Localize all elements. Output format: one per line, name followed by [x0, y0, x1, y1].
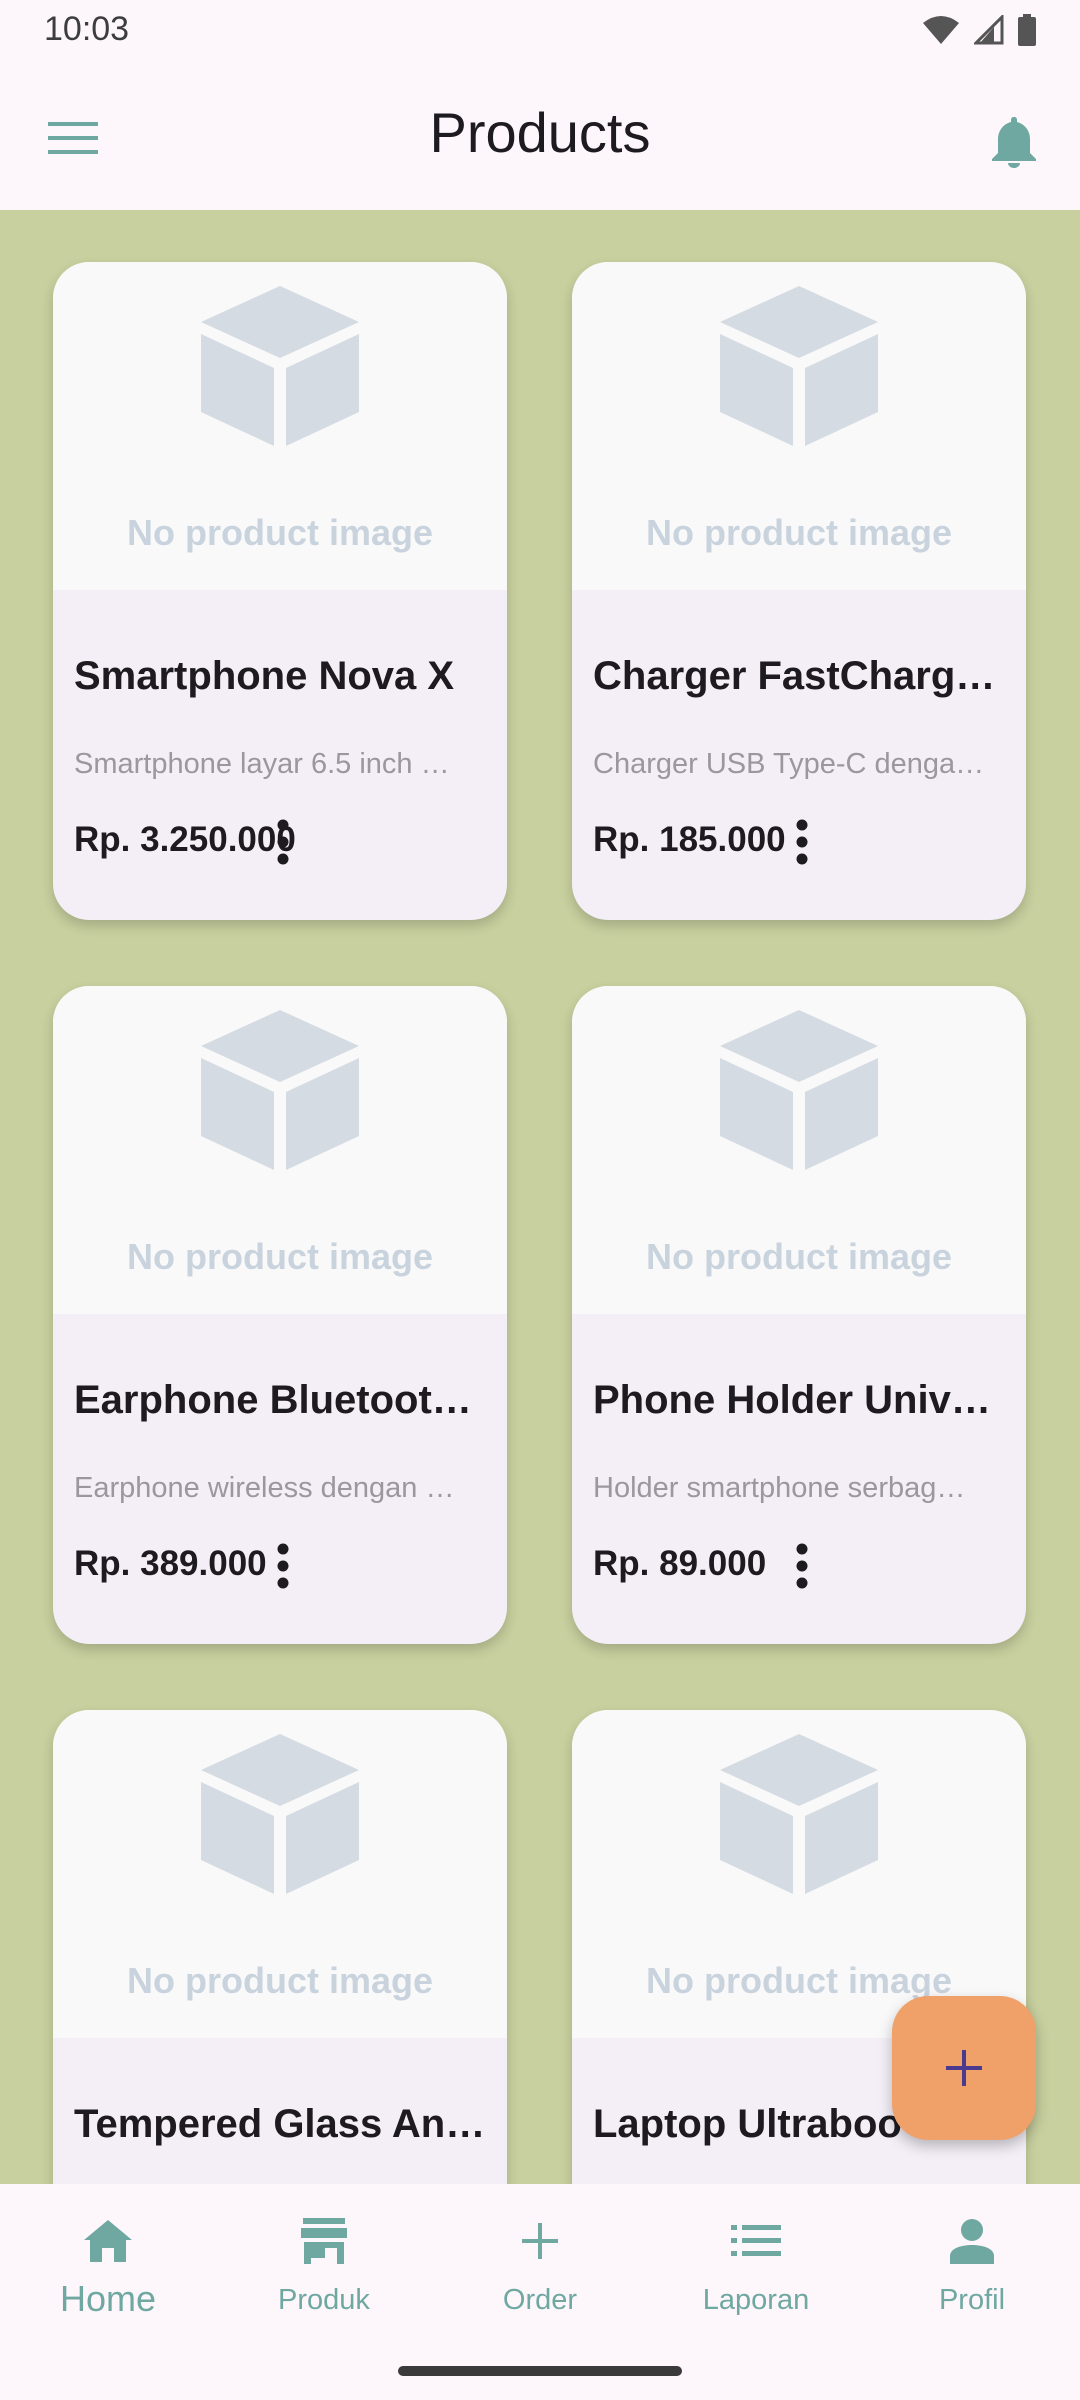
status-icons	[922, 14, 1036, 46]
no-image-label: No product image	[645, 512, 953, 553]
more-options-button[interactable]	[770, 1534, 834, 1598]
product-card[interactable]: No product image Tempered Glass An…	[53, 1710, 507, 2184]
nav-label-laporan: Laporan	[702, 2284, 810, 2316]
product-description: Earphone wireless dengan …	[74, 1472, 455, 1504]
product-card[interactable]: No product image Earphone Bluetoot… Earp…	[53, 986, 507, 1644]
signal-icon	[974, 15, 1004, 45]
no-image-label: No product image	[645, 1236, 953, 1277]
box-icon	[201, 286, 359, 446]
product-name: Smartphone Nova X	[74, 654, 455, 698]
product-description: Charger USB Type-C denga…	[593, 748, 985, 780]
no-image-label: No product image	[126, 1960, 434, 2001]
person-icon	[950, 2219, 994, 2264]
product-card[interactable]: No product image Phone Holder Univ… Hold…	[572, 986, 1026, 1644]
box-icon	[201, 1010, 359, 1170]
store-icon	[301, 2218, 347, 2264]
product-grid[interactable]: No product image Smartphone Nova X Smart…	[0, 210, 1080, 2184]
battery-icon	[1018, 14, 1036, 46]
app-bar: Products	[0, 62, 1080, 210]
more-options-button[interactable]	[770, 810, 834, 874]
nav-item-order[interactable]: Order	[432, 2210, 648, 2330]
product-name: Tempered Glass An…	[74, 2102, 486, 2146]
nav-label-produk: Produk	[278, 2284, 370, 2316]
product-image-placeholder: No product image	[53, 262, 507, 590]
more-options-button[interactable]	[251, 810, 315, 874]
nav-label-home: Home	[59, 2278, 157, 2319]
plus-icon	[946, 2050, 982, 2086]
nav-item-profil[interactable]: Profil	[864, 2210, 1080, 2330]
product-image-placeholder: No product image	[53, 986, 507, 1314]
notifications-button[interactable]	[976, 104, 1052, 180]
product-image-placeholder: No product image	[572, 262, 1026, 590]
product-image-placeholder: No product image	[572, 986, 1026, 1314]
product-description: Smartphone layar 6.5 inch …	[74, 748, 450, 780]
no-image-label: No product image	[126, 1236, 434, 1277]
box-icon	[720, 1734, 878, 1894]
box-icon	[720, 1010, 878, 1170]
nav-item-laporan[interactable]: Laporan	[648, 2210, 864, 2330]
more-vert-icon	[796, 819, 808, 865]
home-icon	[84, 2220, 132, 2262]
product-image-placeholder: No product image	[53, 1710, 507, 2038]
product-price: Rp. 389.000	[74, 1544, 267, 1583]
product-name: Earphone Bluetoot…	[74, 1378, 472, 1422]
product-name: Charger FastCharg…	[593, 654, 996, 698]
nav-label-profil: Profil	[938, 2284, 1006, 2316]
home-indicator	[398, 2366, 682, 2376]
add-product-fab[interactable]	[892, 1996, 1036, 2140]
product-name: Phone Holder Univ…	[593, 1378, 991, 1422]
wifi-icon	[923, 16, 959, 44]
more-vert-icon	[277, 819, 289, 865]
product-price: Rp. 185.000	[593, 820, 786, 859]
bell-icon	[992, 117, 1036, 168]
product-description: Holder smartphone serbag…	[593, 1472, 966, 1504]
no-image-label: No product image	[126, 512, 434, 553]
more-options-button[interactable]	[251, 1534, 315, 1598]
nav-label-order: Order	[502, 2284, 578, 2316]
status-bar: 10:03	[0, 0, 1080, 62]
page-title: Products	[429, 101, 651, 164]
list-icon	[731, 2225, 781, 2256]
product-price: Rp. 89.000	[593, 1544, 767, 1583]
more-vert-icon	[277, 1543, 289, 1589]
more-vert-icon	[796, 1543, 808, 1589]
plus-icon	[522, 2223, 558, 2259]
status-time: 10:03	[44, 10, 130, 48]
nav-item-produk[interactable]: Produk	[216, 2210, 432, 2330]
product-card[interactable]: No product image Charger FastCharg… Char…	[572, 262, 1026, 920]
box-icon	[720, 286, 878, 446]
product-image-placeholder: No product image	[572, 1710, 1026, 2038]
nav-item-home[interactable]: Home	[0, 2210, 216, 2330]
box-icon	[201, 1734, 359, 1894]
product-card[interactable]: No product image Smartphone Nova X Smart…	[53, 262, 507, 920]
